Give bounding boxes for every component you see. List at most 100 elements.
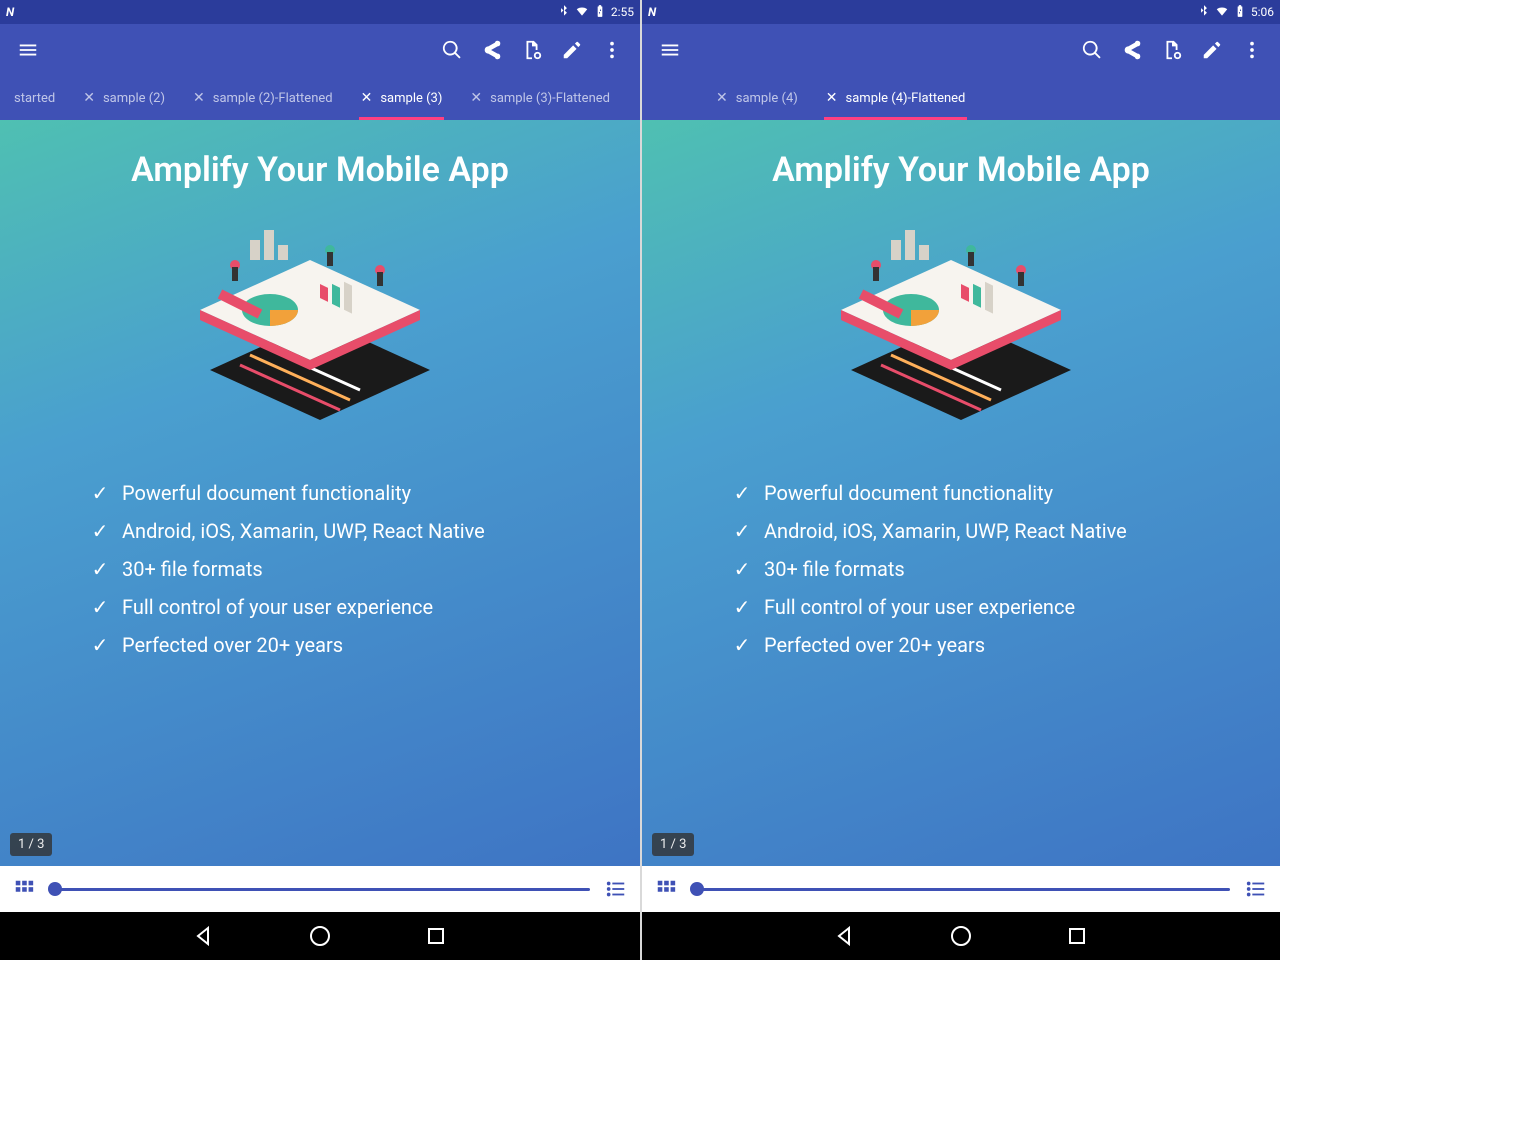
thumbnail-grid-icon[interactable] xyxy=(10,875,38,903)
feature-text: Full control of your user experience xyxy=(122,588,433,626)
tab-close-icon[interactable]: ✕ xyxy=(470,91,482,105)
thumbnail-grid-icon[interactable] xyxy=(652,875,680,903)
document-tab[interactable]: ✕ sample (3) xyxy=(347,76,457,120)
feature-list-item: ✓ Perfected over 20+ years xyxy=(90,626,485,664)
document-illustration xyxy=(801,210,1121,450)
document-viewer[interactable]: Amplify Your Mobile App xyxy=(642,120,1280,866)
document-viewer[interactable]: Amplify Your Mobile App xyxy=(0,120,640,866)
recents-nav-icon[interactable] xyxy=(423,923,449,949)
feature-text: Android, iOS, Xamarin, UWP, React Native xyxy=(122,512,485,550)
left-pane: N 2:55 xyxy=(0,0,640,960)
feature-list-item: ✓30+ file formats xyxy=(90,550,485,588)
document-tab[interactable]: ✕ sample (4) xyxy=(702,76,812,120)
battery-charging-icon xyxy=(593,4,607,21)
feature-list: ✓ Powerful document functionality ✓ Android… xyxy=(642,474,1127,664)
back-nav-icon[interactable] xyxy=(832,923,858,949)
battery-charging-icon xyxy=(1233,4,1247,21)
tab-close-icon[interactable]: ✕ xyxy=(716,91,728,105)
share-icon[interactable] xyxy=(1112,30,1152,70)
feature-text: Powerful document functionality xyxy=(764,474,1053,512)
feature-text: Perfected over 20+ years xyxy=(764,626,985,664)
app-toolbar xyxy=(642,24,1280,76)
hamburger-menu-icon[interactable] xyxy=(8,30,48,70)
checkmark-icon: ✓ xyxy=(732,474,752,512)
tab-close-icon[interactable]: ✕ xyxy=(361,91,373,105)
checkmark-icon: ✓ xyxy=(90,474,110,512)
document-tab[interactable]: ✕sample (4)-Flattened xyxy=(812,76,980,120)
wifi-icon xyxy=(575,4,589,21)
status-bar: N 5:06 xyxy=(642,0,1280,24)
outline-list-icon[interactable] xyxy=(1242,875,1270,903)
feature-list-item: ✓ Powerful document functionality xyxy=(90,474,485,512)
checkmark-icon: ✓ xyxy=(732,512,752,550)
bottom-controls xyxy=(642,866,1280,912)
hamburger-menu-icon[interactable] xyxy=(650,30,690,70)
document-illustration xyxy=(160,210,480,450)
bluetooth-icon xyxy=(557,4,571,21)
android-n-icon: N xyxy=(6,5,14,19)
feature-list-item: ✓ Powerful document functionality xyxy=(732,474,1127,512)
page-slider[interactable] xyxy=(50,888,590,891)
search-icon[interactable] xyxy=(1072,30,1112,70)
overflow-menu-icon[interactable] xyxy=(592,30,632,70)
feature-text: Android, iOS, Xamarin, UWP, React Native xyxy=(764,512,1127,550)
app-toolbar xyxy=(0,24,640,76)
tab-label: sample (4) xyxy=(736,91,798,106)
checkmark-icon: ✓ xyxy=(90,626,110,664)
tab-label: sample (2)-Flattened xyxy=(213,91,333,106)
android-nav-bar xyxy=(642,912,1280,960)
tab-close-icon[interactable]: ✕ xyxy=(826,91,838,105)
document-tab[interactable]: ✕ sample (3)-Flattened xyxy=(456,76,624,120)
share-icon[interactable] xyxy=(472,30,512,70)
home-nav-icon[interactable] xyxy=(307,923,333,949)
feature-text: Powerful document functionality xyxy=(122,474,411,512)
feature-text: 30+ file formats xyxy=(122,550,263,588)
tab-label: sample (2) xyxy=(103,91,165,106)
feature-text: Full control of your user experience xyxy=(764,588,1075,626)
checkmark-icon: ✓ xyxy=(732,588,752,626)
bluetooth-icon xyxy=(1197,4,1211,21)
page-settings-icon[interactable] xyxy=(512,30,552,70)
checkmark-icon: ✓ xyxy=(732,626,752,664)
bottom-controls xyxy=(0,866,640,912)
document-tab[interactable]: started xyxy=(0,76,69,120)
document-title: Amplify Your Mobile App xyxy=(772,150,1150,190)
feature-text: Perfected over 20+ years xyxy=(122,626,343,664)
tab-label: sample (3) xyxy=(380,91,442,106)
feature-list: ✓ Powerful document functionality ✓ Android… xyxy=(0,474,485,664)
feature-list-item: ✓ Perfected over 20+ years xyxy=(732,626,1127,664)
recents-nav-icon[interactable] xyxy=(1064,923,1090,949)
checkmark-icon: ✓ xyxy=(90,588,110,626)
right-pane: N 5:06 xyxy=(640,0,1280,960)
tab-label: started xyxy=(14,91,55,106)
document-tab[interactable]: ✕ sample (2) xyxy=(69,76,179,120)
status-bar: N 2:55 xyxy=(0,0,640,24)
wifi-icon xyxy=(1215,4,1229,21)
tab-label: sample (3)-Flattened xyxy=(490,91,610,106)
android-n-icon: N xyxy=(648,5,656,19)
outline-list-icon[interactable] xyxy=(602,875,630,903)
tab-close-icon[interactable]: ✕ xyxy=(83,91,95,105)
checkmark-icon: ✓ xyxy=(732,550,752,588)
tab-strip: ✕ sample (4) ✕sample (4)-Flattened xyxy=(642,76,1280,120)
overflow-menu-icon[interactable] xyxy=(1232,30,1272,70)
page-slider[interactable] xyxy=(692,888,1230,891)
checkmark-icon: ✓ xyxy=(90,512,110,550)
page-indicator: 1 / 3 xyxy=(652,833,694,856)
page-indicator: 1 / 3 xyxy=(10,833,52,856)
edit-pencil-icon[interactable] xyxy=(1192,30,1232,70)
feature-list-item: ✓ Android, iOS, Xamarin, UWP, React Nativ… xyxy=(732,512,1127,550)
home-nav-icon[interactable] xyxy=(948,923,974,949)
status-time: 5:06 xyxy=(1251,5,1274,19)
android-nav-bar xyxy=(0,912,640,960)
status-time: 2:55 xyxy=(611,5,634,19)
document-tab[interactable]: ✕ sample (2)-Flattened xyxy=(179,76,347,120)
page-settings-icon[interactable] xyxy=(1152,30,1192,70)
feature-list-item: ✓ Android, iOS, Xamarin, UWP, React Nativ… xyxy=(90,512,485,550)
edit-pencil-icon[interactable] xyxy=(552,30,592,70)
tab-close-icon[interactable]: ✕ xyxy=(193,91,205,105)
tab-strip: started✕sample (2)✕sample (2)-Flattened✕… xyxy=(0,76,640,120)
back-nav-icon[interactable] xyxy=(191,923,217,949)
search-icon[interactable] xyxy=(432,30,472,70)
feature-list-item: ✓ Full control of your user experience xyxy=(90,588,485,626)
